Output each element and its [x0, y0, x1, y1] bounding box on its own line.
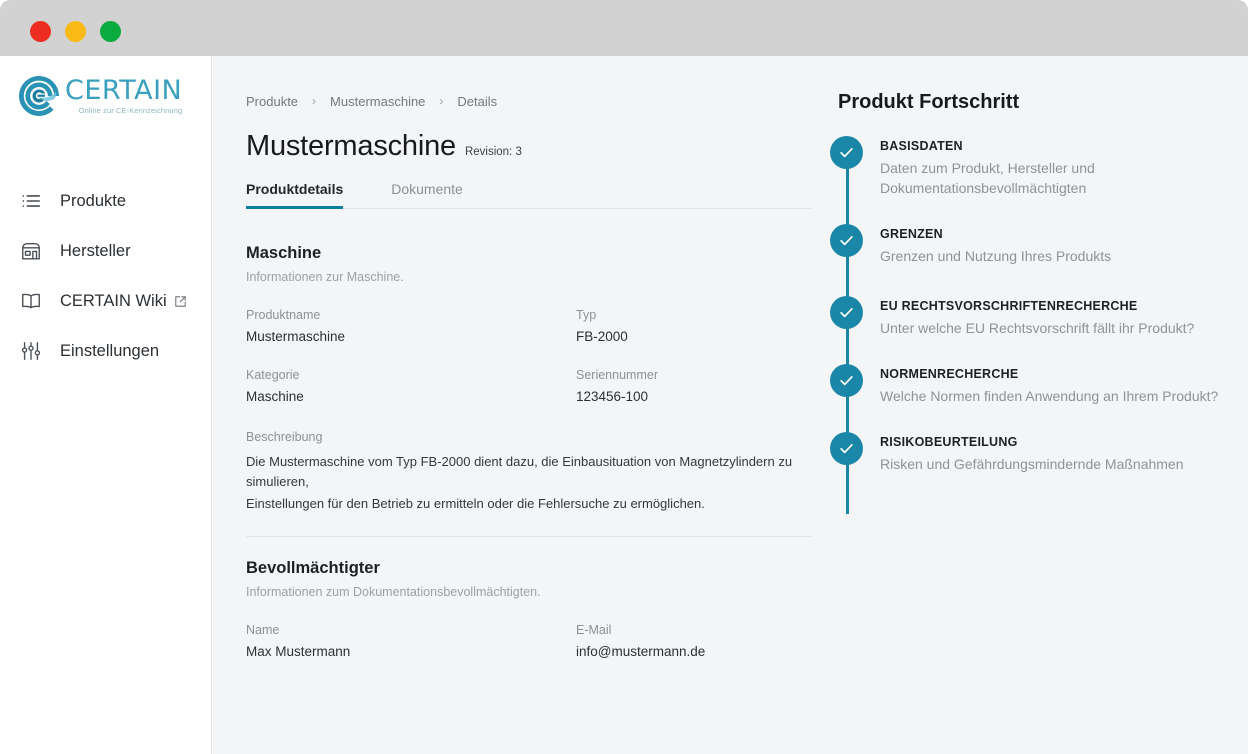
section-divider	[246, 536, 812, 538]
section-bevollmaechtigter: Bevollmächtigter Informationen zum Dokum…	[246, 559, 812, 659]
step-name: RISIKOBEURTEILUNG	[880, 435, 1018, 450]
section-subtitle: Informationen zur Maschine.	[246, 270, 404, 284]
field-label: Produktname	[246, 308, 321, 322]
sidebar-item-label: Einstellungen	[60, 341, 160, 360]
progress-step-basisdaten[interactable]: BASISDATEN Daten zum Produkt, Hersteller…	[830, 136, 1248, 198]
sidebar-item-label: CERTAIN Wiki	[60, 291, 167, 310]
progress-panel: Produkt Fortschritt BASISDATEN Daten zum…	[830, 56, 1248, 754]
section-maschine: Maschine Informationen zur Maschine. Pro…	[246, 244, 812, 538]
breadcrumb-item-details[interactable]: Details	[457, 94, 497, 109]
description-line-2: Einstellungen für den Betrieb zu ermitte…	[246, 496, 705, 512]
window-controls	[30, 21, 121, 42]
app-window: CERTAIN Online zur CE-Kennzeichnung Prod…	[0, 0, 1248, 754]
progress-step-eu-rechtsvorschriftenrecherche[interactable]: EU RECHTSVORSCHRIFTENRECHERCHE Unter wel…	[830, 296, 1248, 338]
check-icon	[830, 432, 863, 466]
check-icon	[830, 296, 863, 330]
page-title: Mustermaschine	[246, 130, 456, 162]
revision-label: Revision: 3	[464, 146, 522, 158]
field-kategorie: Kategorie Maschine	[246, 368, 576, 404]
step-description: Risken und Gefährdungsmindernde Maßnahme…	[880, 456, 1184, 473]
section-title: Maschine	[246, 244, 322, 262]
description-line-1: Die Mustermaschine vom Typ FB-2000 dient…	[246, 454, 793, 490]
sidebar-nav: Produkte Hersteller CERTAIN Wiki Einstel…	[0, 176, 212, 376]
storefront-icon	[18, 238, 44, 264]
field-label: E-Mail	[576, 623, 612, 638]
step-description: Unter welche EU Rechtsvorschrift fällt i…	[880, 320, 1195, 337]
step-name: EU RECHTSVORSCHRIFTENRECHERCHE	[880, 299, 1138, 314]
progress-step-normenrecherche[interactable]: NORMENRECHERCHE Welche Normen finden Anw…	[830, 364, 1248, 406]
sidebar-item-produkte[interactable]: Produkte	[0, 176, 212, 226]
field-seriennummer: Seriennummer 123456-100	[576, 368, 812, 404]
sidebar-item-einstellungen[interactable]: Einstellungen	[0, 326, 212, 376]
brand-tagline: Online zur CE-Kennzeichnung	[78, 106, 183, 115]
minimize-button[interactable]	[65, 21, 86, 42]
field-row: Kategorie Maschine Seriennummer 123456-1…	[246, 368, 812, 404]
sliders-icon	[18, 338, 44, 364]
progress-title: Produkt Fortschritt	[838, 91, 1020, 113]
field-name: Name Max Mustermann	[246, 623, 576, 659]
section-title: Bevollmächtigter	[246, 559, 380, 578]
sidebar-item-label: Hersteller	[60, 241, 131, 260]
tab-bar: Produktdetails Dokumente	[246, 181, 812, 209]
breadcrumb: Produkte › Mustermaschine › Details	[246, 92, 830, 110]
sidebar: CERTAIN Online zur CE-Kennzeichnung Prod…	[0, 56, 212, 754]
book-icon	[18, 288, 44, 314]
check-icon	[830, 364, 863, 398]
field-beschreibung: Beschreibung Die Mustermaschine vom Typ …	[246, 430, 812, 514]
external-link-icon	[174, 295, 187, 308]
tab-produktdetails[interactable]: Produktdetails	[246, 181, 344, 209]
breadcrumb-item-mustermaschine[interactable]: Mustermaschine	[330, 94, 425, 109]
maximize-button[interactable]	[100, 21, 121, 42]
check-icon	[830, 224, 863, 258]
field-value: Mustermaschine	[246, 329, 346, 344]
details-column: Produkte › Mustermaschine › Details Must…	[212, 56, 830, 754]
check-icon	[830, 136, 863, 169]
step-description: Grenzen und Nutzung Ihres Produkts	[880, 248, 1112, 265]
field-value: Max Mustermann	[246, 644, 351, 660]
field-typ: Typ FB-2000	[576, 308, 812, 344]
field-produktname: Produktname Mustermaschine	[246, 308, 576, 344]
field-value: Maschine	[246, 389, 304, 404]
sidebar-item-label: Produkte	[60, 191, 127, 210]
chevron-right-icon: ›	[312, 94, 317, 108]
breadcrumb-item-produkte[interactable]: Produkte	[246, 94, 298, 109]
window-titlebar	[0, 0, 1248, 64]
brand-wordmark: CERTAIN	[65, 75, 183, 106]
field-row: Produktname Mustermaschine Typ FB-2000	[246, 308, 812, 344]
progress-steps: BASISDATEN Daten zum Produkt, Hersteller…	[830, 136, 1248, 515]
field-label: Seriennummer	[576, 368, 658, 382]
brand-logo[interactable]: CERTAIN Online zur CE-Kennzeichnung	[16, 73, 182, 119]
step-name: BASISDATEN	[880, 139, 963, 153]
progress-step-grenzen[interactable]: GRENZEN Grenzen und Nutzung Ihres Produk…	[830, 224, 1248, 266]
list-icon	[18, 188, 44, 214]
step-description: Daten zum Produkt, Hersteller und Dokume…	[880, 160, 1095, 197]
step-name: GRENZEN	[880, 227, 943, 242]
field-label: Beschreibung	[246, 430, 323, 444]
app-body: CERTAIN Online zur CE-Kennzeichnung Prod…	[0, 56, 1248, 754]
main-content: Produkte › Mustermaschine › Details Must…	[212, 56, 1248, 754]
field-label: Typ	[576, 308, 597, 322]
tab-dokumente[interactable]: Dokumente	[391, 181, 463, 208]
close-button[interactable]	[30, 21, 51, 42]
field-value: info@mustermann.de	[576, 644, 706, 660]
step-name: NORMENRECHERCHE	[880, 367, 1019, 382]
field-value: 123456-100	[576, 389, 649, 404]
field-email: E-Mail info@mustermann.de	[576, 623, 812, 659]
chevron-right-icon: ›	[439, 94, 444, 108]
field-label: Kategorie	[246, 368, 300, 382]
sidebar-item-hersteller[interactable]: Hersteller	[0, 226, 212, 276]
certain-logo-icon	[16, 73, 62, 119]
field-row: Name Max Mustermann E-Mail info@musterma…	[246, 623, 812, 659]
progress-step-risikobeurteilung[interactable]: RISIKOBEURTEILUNG Risken und Gefährdungs…	[830, 432, 1248, 474]
section-subtitle: Informationen zum Dokumentationsbevollmä…	[246, 585, 541, 600]
step-description: Welche Normen finden Anwendung an Ihrem …	[880, 388, 1219, 405]
page-header: Mustermaschine Revision: 3	[246, 130, 830, 163]
field-value: FB-2000	[576, 329, 628, 344]
sidebar-item-certain-wiki[interactable]: CERTAIN Wiki	[0, 276, 212, 326]
field-label: Name	[246, 623, 280, 638]
